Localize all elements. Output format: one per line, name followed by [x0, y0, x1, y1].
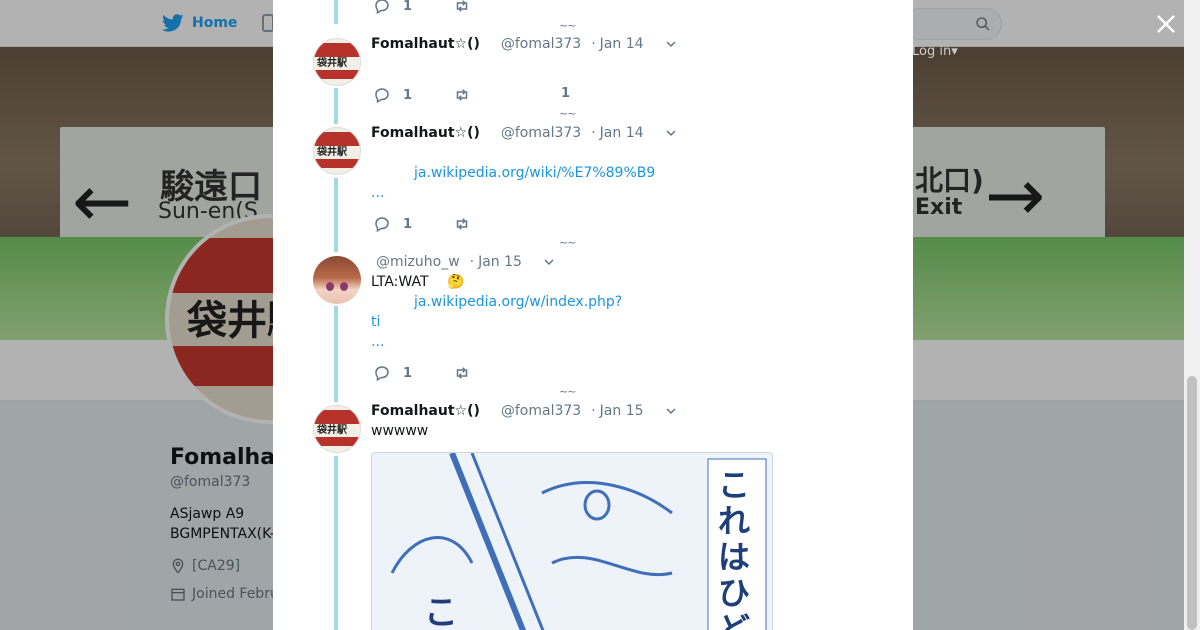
tweet-author-name[interactable]: Fomalhaut☆() [371, 403, 480, 419]
tweet-link-ellipsis[interactable]: ... [371, 185, 384, 201]
tweet-actions: 1 [373, 0, 673, 17]
retweet-button[interactable] [453, 215, 483, 233]
reply-icon [375, 217, 389, 233]
avatar-text: 袋井駅 [317, 58, 347, 69]
tweet-actions: 1 [373, 364, 673, 384]
separator: · [591, 125, 596, 141]
tweet-author-name[interactable]: Fomalhaut☆() [371, 36, 480, 52]
like-button[interactable]: 1 [561, 86, 570, 101]
avatar[interactable]: 袋井駅 [313, 405, 361, 453]
tweet-actions: 1 [373, 215, 673, 235]
tweet-author-handle[interactable]: @mizuho_w [376, 254, 460, 270]
tweet-link-ellipsis[interactable]: ... [371, 334, 384, 350]
tweet-timestamp[interactable]: Jan 15 [600, 403, 644, 419]
tweet[interactable]: 袋井駅 Fomalhaut☆() @fomal373 · Jan 14 1 1 … [273, 34, 913, 120]
tweet-timestamp[interactable]: Jan 14 [600, 125, 644, 141]
more-indicator: ~~ [559, 236, 576, 249]
like-count: 1 [561, 86, 571, 101]
tweet-text: wwwww [371, 423, 429, 439]
manga-text-small: こ [424, 593, 458, 630]
reply-count: 1 [403, 216, 413, 232]
tweet-text-body: LTA:WAT [371, 274, 429, 290]
retweet-button[interactable] [453, 86, 483, 104]
chevron-down-icon[interactable] [665, 405, 677, 417]
avatar-eye [340, 282, 348, 291]
reply-count: 1 [403, 0, 413, 14]
reply-button[interactable]: 1 [373, 364, 412, 382]
reply-icon [375, 366, 389, 382]
tweet[interactable]: 袋井駅 Fomalhaut☆() @fomal373 · Jan 15 wwww… [273, 401, 913, 630]
chevron-down-icon[interactable] [665, 38, 677, 50]
tweet-timestamp[interactable]: Jan 15 [478, 254, 522, 270]
retweet-icon [456, 218, 468, 230]
tweet-author-handle[interactable]: @fomal373 [501, 125, 581, 141]
avatar-text: 袋井駅 [317, 425, 347, 436]
avatar-text: 袋井駅 [317, 147, 347, 158]
tweet-image[interactable]: これはひど こ [371, 452, 773, 630]
tweet-header: Fomalhaut☆() @fomal373 · Jan 14 [371, 125, 677, 141]
chevron-down-icon[interactable] [543, 256, 555, 268]
tweet[interactable]: @mizuho_w · Jan 15 LTA:WAT 🤔 ja.wikipedi… [273, 252, 913, 397]
tweet-actions: 1 1 [373, 86, 673, 106]
separator: · [591, 36, 596, 52]
more-indicator: ~~ [559, 385, 576, 398]
tweet-author-handle[interactable]: @fomal373 [501, 36, 581, 52]
chevron-down-icon: ▾ [951, 44, 958, 59]
retweet-icon [456, 0, 468, 12]
tweet-author-handle[interactable]: @fomal373 [501, 403, 581, 419]
reply-icon [375, 88, 389, 104]
tweet-author-name[interactable]: Fomalhaut☆() [371, 125, 480, 141]
login-link[interactable]: Log in▾ [912, 44, 958, 59]
reply-button[interactable]: 1 [373, 215, 412, 233]
tweet-timestamp[interactable]: Jan 14 [600, 36, 644, 52]
reply-count: 1 [403, 87, 413, 103]
tweet-link[interactable]: ja.wikipedia.org/w/index.php? [414, 294, 622, 310]
tweet-header: Fomalhaut☆() @fomal373 · Jan 15 [371, 403, 677, 419]
reply-button[interactable]: 1 [373, 0, 412, 15]
more-indicator: ~~ [559, 107, 576, 120]
avatar-band-bottom [314, 437, 360, 446]
login-label: Log in [912, 44, 952, 59]
manga-text-vertical: これはひど [718, 466, 751, 630]
avatar[interactable]: 袋井駅 [313, 127, 361, 175]
reply-button[interactable]: 1 [373, 86, 412, 104]
avatar-band-bottom [314, 70, 360, 79]
tweet-link-continued[interactable]: ti [371, 314, 380, 330]
avatar-eye [326, 282, 334, 291]
tweet-header: Fomalhaut☆() @fomal373 · Jan 14 [371, 36, 677, 52]
close-icon[interactable] [1152, 10, 1180, 38]
scrollbar-thumb[interactable] [1187, 376, 1197, 630]
tweet-text: LTA:WAT 🤔 [371, 274, 464, 290]
conversation-modal: 1 ~~ 袋井駅 Fomalhaut☆() @fomal373 · Jan 14… [273, 0, 913, 630]
avatar[interactable] [313, 256, 361, 304]
avatar-band-bottom [314, 159, 360, 168]
more-indicator: ~~ [559, 19, 576, 32]
page-scrollbar[interactable] [1184, 0, 1200, 630]
tweet-link[interactable]: ja.wikipedia.org/wiki/%E7%89%B9 [414, 165, 655, 181]
reply-count: 1 [403, 365, 413, 381]
avatar[interactable]: 袋井駅 [313, 38, 361, 86]
chevron-down-icon[interactable] [665, 127, 677, 139]
reply-icon [375, 0, 389, 15]
separator: · [469, 254, 475, 270]
retweet-icon [456, 89, 468, 101]
separator: · [591, 403, 596, 419]
tweet[interactable]: 1 ~~ [273, 0, 913, 32]
thinking-face-emoji: 🤔 [446, 274, 465, 290]
retweet-icon [456, 367, 468, 379]
tweet-header: @mizuho_w · Jan 15 [371, 254, 555, 270]
retweet-button[interactable] [453, 364, 483, 382]
tweet[interactable]: 袋井駅 Fomalhaut☆() @fomal373 · Jan 14 ja.w… [273, 123, 913, 248]
retweet-button[interactable] [453, 0, 483, 15]
